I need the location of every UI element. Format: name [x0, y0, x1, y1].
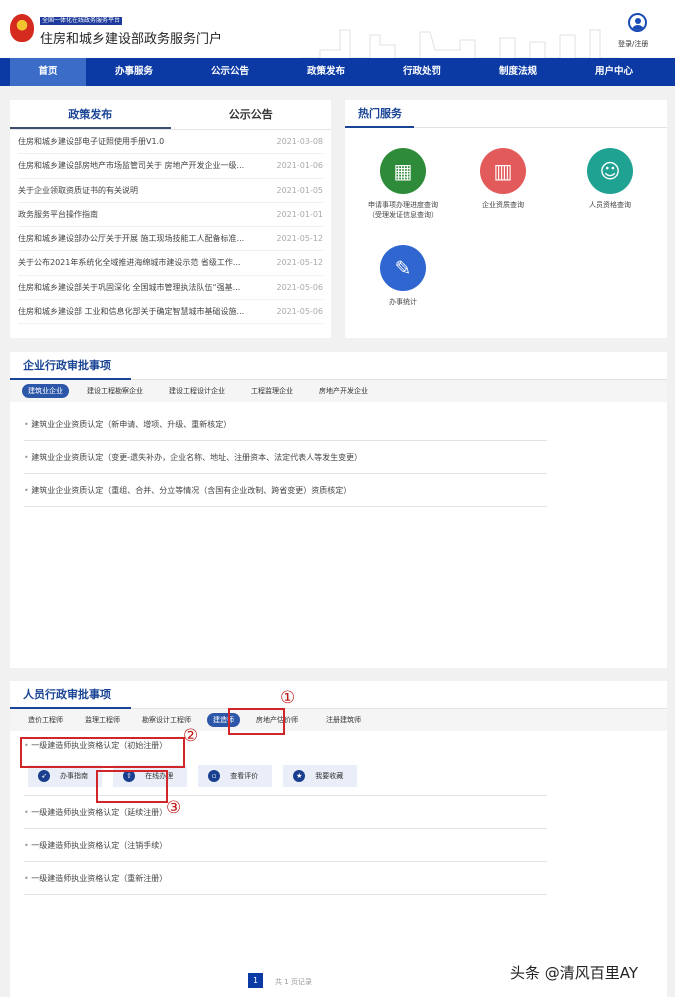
tab-supervision-enterprise[interactable]: 工程监理企业 — [245, 384, 299, 398]
tab-real-estate-enterprise[interactable]: 房地产开发企业 — [313, 384, 374, 398]
tab-cost-engineer[interactable]: 造价工程师 — [22, 713, 69, 727]
star-icon: ★ — [293, 770, 306, 782]
news-date: 2021-05-06 — [276, 282, 324, 292]
personnel-title: 人员行政审批事项 — [10, 681, 131, 709]
annotation-number-1: ① — [280, 688, 296, 708]
news-date: 2021-01-01 — [276, 209, 324, 219]
login-register-link[interactable]: 登录/注册 — [618, 39, 648, 49]
guide-button[interactable]: ➶ 办事指南 — [28, 765, 102, 787]
building-icon: ▥ — [480, 148, 526, 194]
personnel-panel: 人员行政审批事项 造价工程师 监理工程师 勘察设计工程师 建造师 房地产估价师 … — [10, 681, 667, 997]
annotation-number-3: ③ — [166, 798, 182, 818]
list-item[interactable]: 一级建造师执业资格认定（注销手续） — [24, 829, 547, 862]
tab-design-engineer[interactable]: 勘察设计工程师 — [136, 713, 197, 727]
annotation-box-1 — [228, 708, 285, 735]
hot-services-title: 热门服务 — [345, 100, 414, 128]
tab-architect[interactable]: 注册建筑师 — [320, 713, 367, 727]
ruler-pencil-icon: ✎ — [380, 245, 426, 291]
tab-notices[interactable]: 公示公告 — [171, 100, 332, 129]
list-item[interactable]: 一级建造师执业资格认定（重新注册） — [24, 862, 547, 895]
news-date: 2021-03-08 — [276, 137, 324, 146]
worker-icon: ☺ — [587, 148, 633, 194]
hot-service-item[interactable]: ✎ 办事统计 — [353, 245, 453, 307]
news-date: 2021-05-12 — [276, 234, 324, 244]
nav-home[interactable]: 首页 — [10, 58, 86, 86]
view-review-button[interactable]: ▫ 查看评价 — [198, 765, 273, 787]
news-date: 2021-01-05 — [276, 185, 324, 195]
tab-supervision-engineer[interactable]: 监理工程师 — [79, 713, 126, 727]
tab-policy[interactable]: 政策发布 — [10, 100, 171, 129]
main-nav: 首页 办事服务 公示公告 政策发布 行政处罚 制度法规 用户中心 — [0, 58, 675, 86]
page-1-button[interactable]: 1 — [248, 973, 263, 988]
nav-regulations[interactable]: 制度法规 — [470, 58, 566, 86]
news-item[interactable]: 住房和城乡建设部房地产市场监管司关于 房地产开发企业一级... 2021-01-0… — [18, 154, 324, 179]
news-item[interactable]: 住房和城乡建设部办公厅关于开展 施工现场技能工人配备标准... 2021-05-1… — [18, 227, 324, 252]
nav-notices[interactable]: 公示公告 — [182, 58, 278, 86]
list-item[interactable]: 建筑业企业资质认定（新申请、增项、升级、重新核定） — [24, 408, 547, 441]
news-title: 住房和城乡建设部电子证照使用手册V1.0 — [18, 137, 165, 146]
news-item[interactable]: 关于公布2021年系统化全域推进海绵城市建设示范 省级工作... 2021-05-… — [18, 251, 324, 276]
enterprise-panel: 企业行政审批事项 建筑业企业 建设工程勘察企业 建设工程设计企业 工程监理企业 … — [10, 352, 667, 668]
calculator-icon: ▦ — [380, 148, 426, 194]
news-title: 关于公布2021年系统化全域推进海绵城市建设示范 省级工作... — [18, 258, 241, 268]
watermark: 头条 @清风百里AY — [510, 964, 639, 982]
nav-policy[interactable]: 政策发布 — [278, 58, 374, 86]
news-title: 住房和城乡建设部关于巩固深化 全国城市管理执法队伍“强基... — [18, 282, 241, 292]
user-avatar-icon[interactable] — [628, 13, 647, 32]
platform-label: 全国一体化在线政务服务平台 — [40, 17, 123, 25]
news-item[interactable]: 住房和城乡建设部电子证照使用手册V1.0 2021-03-08 — [18, 130, 324, 155]
news-item[interactable]: 关于企业领取资质证书的有关说明 2021-01-05 — [18, 179, 323, 203]
news-title: 政务服务平台操作指南 — [18, 209, 98, 219]
comment-icon: ▫ — [208, 770, 221, 782]
tab-construction-enterprise[interactable]: 建筑业企业 — [22, 384, 69, 398]
nav-user-center[interactable]: 用户中心 — [566, 58, 662, 86]
news-item[interactable]: 住房和城乡建设部 工业和信息化部关于确定智慧城市基础设施... 2021-05-0… — [18, 300, 324, 325]
hot-service-item[interactable]: ▥ 企业资质查询 — [453, 148, 553, 210]
news-item[interactable]: 住房和城乡建设部关于巩固深化 全国城市管理执法队伍“强基... 2021-05-0… — [18, 276, 324, 301]
header: 全国一体化在线政务服务平台 住房和城乡建设部政务服务门户 登录/注册 — [0, 0, 675, 58]
list-item[interactable]: 建筑业企业资质认定（变更-遗失补办，企业名称、地址、注册资本、法定代表人等发生变… — [24, 441, 547, 474]
news-item[interactable]: 政务服务平台操作指南 2021-01-01 — [18, 203, 324, 228]
news-title: 住房和城乡建设部 工业和信息化部关于确定智慧城市基础设施... — [18, 307, 245, 317]
enterprise-title: 企业行政审批事项 — [10, 352, 131, 380]
favorite-button[interactable]: ★ 我要收藏 — [283, 765, 358, 787]
hot-service-item[interactable]: ☺ 人员资格查询 — [560, 148, 660, 210]
nav-services[interactable]: 办事服务 — [86, 58, 182, 86]
news-panel: 政策发布 公示公告 住房和城乡建设部电子证照使用手册V1.0 2021-03-08… — [10, 100, 331, 338]
annotation-box-3 — [96, 770, 168, 803]
hot-services-panel: 热门服务 ▦ 申请事项办理进度查询 （受理发证信息查询） ▥ 企业资质查询 ☺ 人员资格查询… — [345, 100, 667, 338]
site-title[interactable]: 住房和城乡建设部政务服务门户 — [40, 28, 222, 47]
news-date: 2021-05-12 — [276, 258, 324, 268]
skyline-decoration — [300, 29, 620, 58]
list-item[interactable]: 建筑业企业资质认定（重组、合并、分立等情况（含国有企业改制、跨省变更）资质核定） — [24, 474, 547, 507]
tab-design-enterprise[interactable]: 建设工程设计企业 — [163, 384, 231, 398]
compass-icon: ➶ — [38, 770, 50, 782]
page-total: 共 1 页记录 — [275, 978, 312, 986]
news-title: 住房和城乡建设部办公厅关于开展 施工现场技能工人配备标准... — [18, 234, 245, 244]
annotation-box-2 — [20, 737, 185, 768]
news-date: 2021-05-06 — [276, 307, 324, 317]
news-title: 关于企业领取资质证书的有关说明 — [18, 185, 138, 195]
tab-survey-enterprise[interactable]: 建设工程勘察企业 — [81, 384, 149, 398]
news-date: 2021-01-06 — [276, 161, 324, 171]
national-emblem-icon — [10, 14, 34, 42]
annotation-number-2: ② — [183, 726, 199, 746]
hot-service-item[interactable]: ▦ 申请事项办理进度查询 （受理发证信息查询） — [353, 148, 453, 220]
nav-penalty[interactable]: 行政处罚 — [374, 58, 470, 86]
news-title: 住房和城乡建设部房地产市场监管司关于 房地产开发企业一级... — [18, 161, 245, 171]
